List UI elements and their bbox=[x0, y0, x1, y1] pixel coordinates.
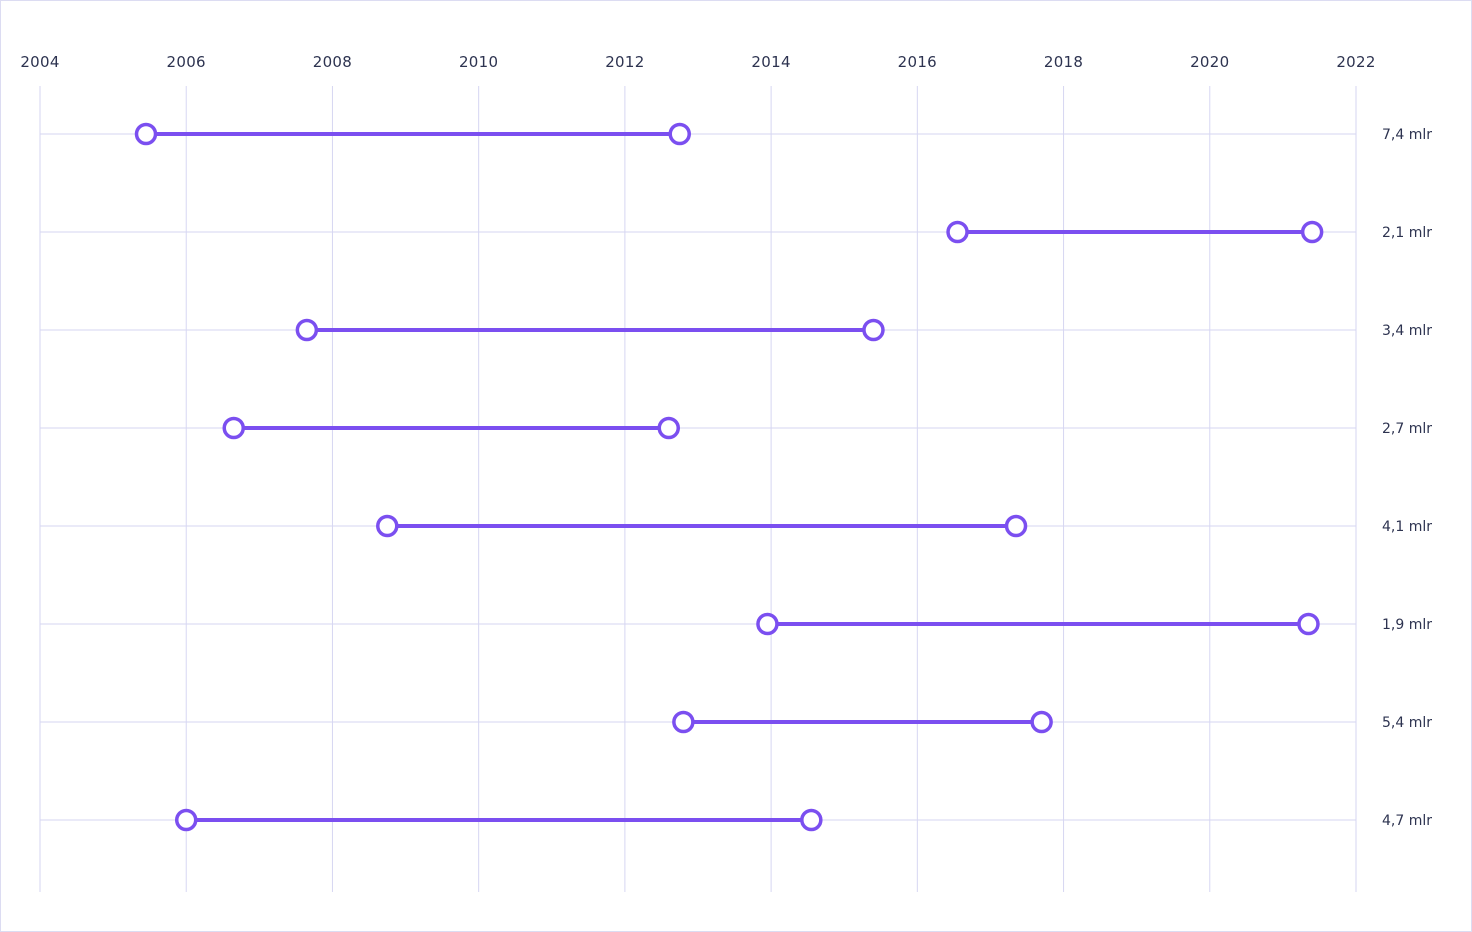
value-label: 2,7 mlr bbox=[1382, 421, 1432, 437]
x-tick-label: 2022 bbox=[1336, 53, 1375, 71]
start-point bbox=[756, 612, 779, 636]
x-tick-label: 2016 bbox=[898, 53, 937, 71]
start-point bbox=[946, 220, 969, 244]
start-point bbox=[376, 514, 399, 538]
end-point bbox=[1297, 612, 1320, 636]
start-point bbox=[672, 710, 695, 734]
x-tick-label: 2012 bbox=[605, 53, 644, 71]
end-point bbox=[862, 318, 885, 342]
start-point bbox=[134, 122, 158, 146]
value-labels: 7,4 mlr 2,1 mlr 3,4 mlr 2,7 mlr 4,1 mlr 1,9 m… bbox=[1382, 127, 1432, 829]
x-tick-label: 2014 bbox=[751, 53, 790, 71]
value-label: 1,9 mlr bbox=[1382, 617, 1432, 633]
data-rows bbox=[134, 122, 1324, 832]
x-tick-label: 2010 bbox=[459, 53, 498, 71]
value-label: 3,4 mlr bbox=[1382, 323, 1432, 339]
x-tick-label: 2004 bbox=[20, 53, 59, 71]
end-point bbox=[1004, 514, 1028, 538]
x-tick-label: 2008 bbox=[313, 53, 352, 71]
end-point bbox=[657, 416, 681, 440]
value-label: 7,4 mlr bbox=[1382, 127, 1432, 143]
value-label: 4,7 mlr bbox=[1382, 813, 1432, 829]
x-axis-ticks: 2004 2006 2008 2010 2012 2014 2016 2018 2020 2022 bbox=[20, 53, 1375, 71]
x-tick-label: 2020 bbox=[1190, 53, 1229, 71]
value-label: 5,4 mlr bbox=[1382, 715, 1432, 731]
dumbbell-chart: 2004 2006 2008 2010 2012 2014 2016 2018 2020 2022… bbox=[20, 53, 1432, 892]
x-tick-label: 2006 bbox=[167, 53, 206, 71]
end-point bbox=[1030, 710, 1053, 734]
end-point bbox=[668, 122, 691, 146]
x-tick-label: 2018 bbox=[1044, 53, 1083, 71]
value-label: 2,1 mlr bbox=[1382, 225, 1432, 241]
start-point bbox=[295, 318, 319, 342]
end-point bbox=[800, 808, 823, 832]
start-point bbox=[222, 416, 245, 440]
value-label: 4,1 mlr bbox=[1382, 519, 1432, 535]
end-point bbox=[1300, 220, 1324, 244]
grid-layer bbox=[39, 86, 1357, 892]
start-point bbox=[174, 808, 198, 832]
